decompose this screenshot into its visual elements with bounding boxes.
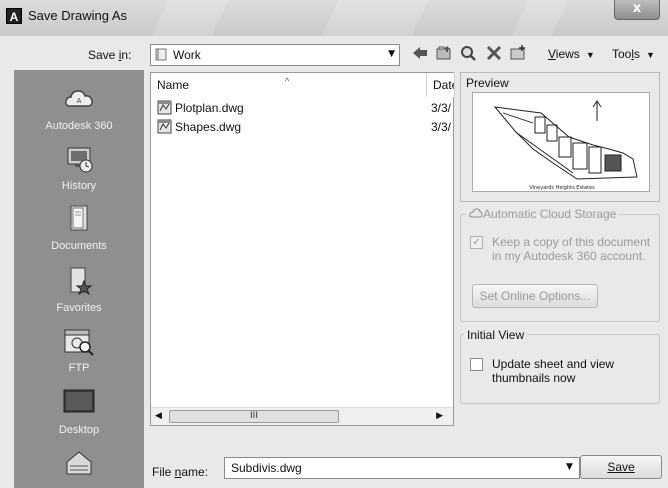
- sort-ascending-icon: ^: [285, 76, 290, 86]
- save-in-label: Save in:: [88, 48, 132, 62]
- place-label: History: [61, 180, 97, 192]
- keep-copy-line2: in my Autodesk 360 account.: [492, 249, 646, 263]
- network-folder-icon: [66, 451, 92, 475]
- file-date: 3/3/: [431, 120, 452, 134]
- window-title: Save Drawing As: [28, 8, 127, 23]
- horizontal-scrollbar[interactable]: ◀ III ▶: [151, 407, 453, 425]
- new-folder-icon[interactable]: [508, 44, 528, 64]
- search-web-icon[interactable]: [458, 44, 478, 64]
- tools-menu[interactable]: Tools ▼: [612, 47, 655, 61]
- place-label: Documents: [51, 240, 107, 252]
- save-button-label: Save: [607, 460, 635, 474]
- autocad-app-icon: A: [6, 8, 22, 24]
- save-drawing-dialog: A Save Drawing As x Save in: Work ▼ View…: [0, 0, 668, 488]
- file-name: Shapes.dwg: [175, 120, 242, 134]
- update-thumbnails-line2: thumbnails now: [492, 371, 576, 385]
- title-bar[interactable]: A Save Drawing As x: [0, 0, 668, 36]
- dwg-file-icon: [157, 100, 172, 115]
- place-autodesk-360[interactable]: A Autodesk 360: [14, 82, 144, 132]
- cloud-icon: [469, 208, 483, 218]
- place-documents[interactable]: Documents: [14, 202, 144, 252]
- place-desktop[interactable]: Desktop: [14, 386, 144, 436]
- history-icon: [67, 147, 93, 173]
- scroll-thumb[interactable]: III: [169, 410, 339, 423]
- ftp-icon: [64, 329, 94, 356]
- column-header-name[interactable]: Name ^: [151, 73, 427, 97]
- place-history[interactable]: History: [14, 142, 144, 192]
- close-button[interactable]: x: [614, 0, 660, 20]
- keep-copy-checkbox[interactable]: ✓: [470, 236, 483, 249]
- file-row[interactable]: Shapes.dwg 3/3/: [157, 118, 451, 136]
- file-name: Plotplan.dwg: [175, 101, 244, 115]
- update-thumbnails-label: Update sheet and view thumbnails now: [492, 357, 614, 385]
- preview-caption: Vineyards Heights Estates: [529, 185, 595, 191]
- file-row[interactable]: Plotplan.dwg 3/3/: [157, 99, 451, 117]
- place-ftp[interactable]: FTP: [14, 324, 144, 374]
- scroll-left-icon[interactable]: ◀: [155, 411, 162, 421]
- save-in-dropdown[interactable]: Work ▼: [150, 44, 400, 66]
- scroll-right-icon[interactable]: ▶: [436, 411, 443, 421]
- chevron-down-icon: ▼: [388, 49, 395, 59]
- place-buzzsaw[interactable]: [14, 446, 144, 480]
- place-favorites[interactable]: Favorites: [14, 264, 144, 314]
- views-menu[interactable]: Views ▼: [548, 47, 595, 61]
- place-label: Desktop: [58, 424, 100, 436]
- file-name-input[interactable]: Subdivis.dwg: [224, 457, 580, 479]
- initial-view-title: Initial View: [464, 328, 528, 342]
- keep-copy-line1: Keep a copy of this document: [492, 235, 651, 249]
- cloud-storage-title: Automatic Cloud Storage: [466, 207, 620, 221]
- back-arrow-icon[interactable]: [410, 44, 430, 64]
- up-folder-icon[interactable]: [434, 44, 454, 64]
- dwg-file-icon: [157, 119, 172, 134]
- column-header-date[interactable]: Date: [427, 73, 455, 97]
- save-button[interactable]: Save: [580, 455, 662, 479]
- chevron-down-icon[interactable]: ▼: [566, 462, 573, 472]
- place-label: FTP: [68, 362, 90, 374]
- keep-copy-label: Keep a copy of this document in my Autod…: [492, 235, 650, 263]
- site-plan-preview-icon: Vineyards Heights Estates: [493, 100, 638, 191]
- delete-icon[interactable]: [484, 44, 504, 64]
- save-in-value: Work: [173, 48, 201, 62]
- desktop-icon: [63, 389, 95, 413]
- caret-down-icon: ▼: [585, 50, 595, 60]
- file-date: 3/3/: [431, 101, 452, 115]
- folder-icon: [155, 48, 167, 61]
- file-name-label: File name:: [152, 465, 209, 479]
- places-sidebar: A Autodesk 360 History Documents Favorit…: [14, 70, 144, 488]
- cloud-storage-label: Automatic Cloud Storage: [483, 207, 617, 221]
- drawing-preview-image: Vineyards Heights Estates: [472, 92, 650, 192]
- caret-down-icon: ▼: [646, 50, 655, 60]
- file-list[interactable]: Name ^ Date Plotplan.dwg 3/3/ Shapes.dwg…: [150, 72, 455, 426]
- cloud-icon: A: [65, 90, 93, 107]
- preview-label: Preview: [466, 76, 509, 90]
- update-thumbnails-line1: Update sheet and view: [492, 357, 615, 371]
- column-label: Name: [157, 78, 190, 92]
- set-online-options-button[interactable]: Set Online Options...: [472, 284, 598, 308]
- favorites-icon: [70, 267, 93, 296]
- update-thumbnails-checkbox[interactable]: [470, 358, 483, 371]
- column-label: Date: [433, 78, 454, 92]
- place-label: Autodesk 360: [45, 120, 113, 132]
- svg-text:A: A: [77, 97, 82, 105]
- documents-icon: [70, 205, 88, 231]
- place-label: Favorites: [56, 302, 102, 314]
